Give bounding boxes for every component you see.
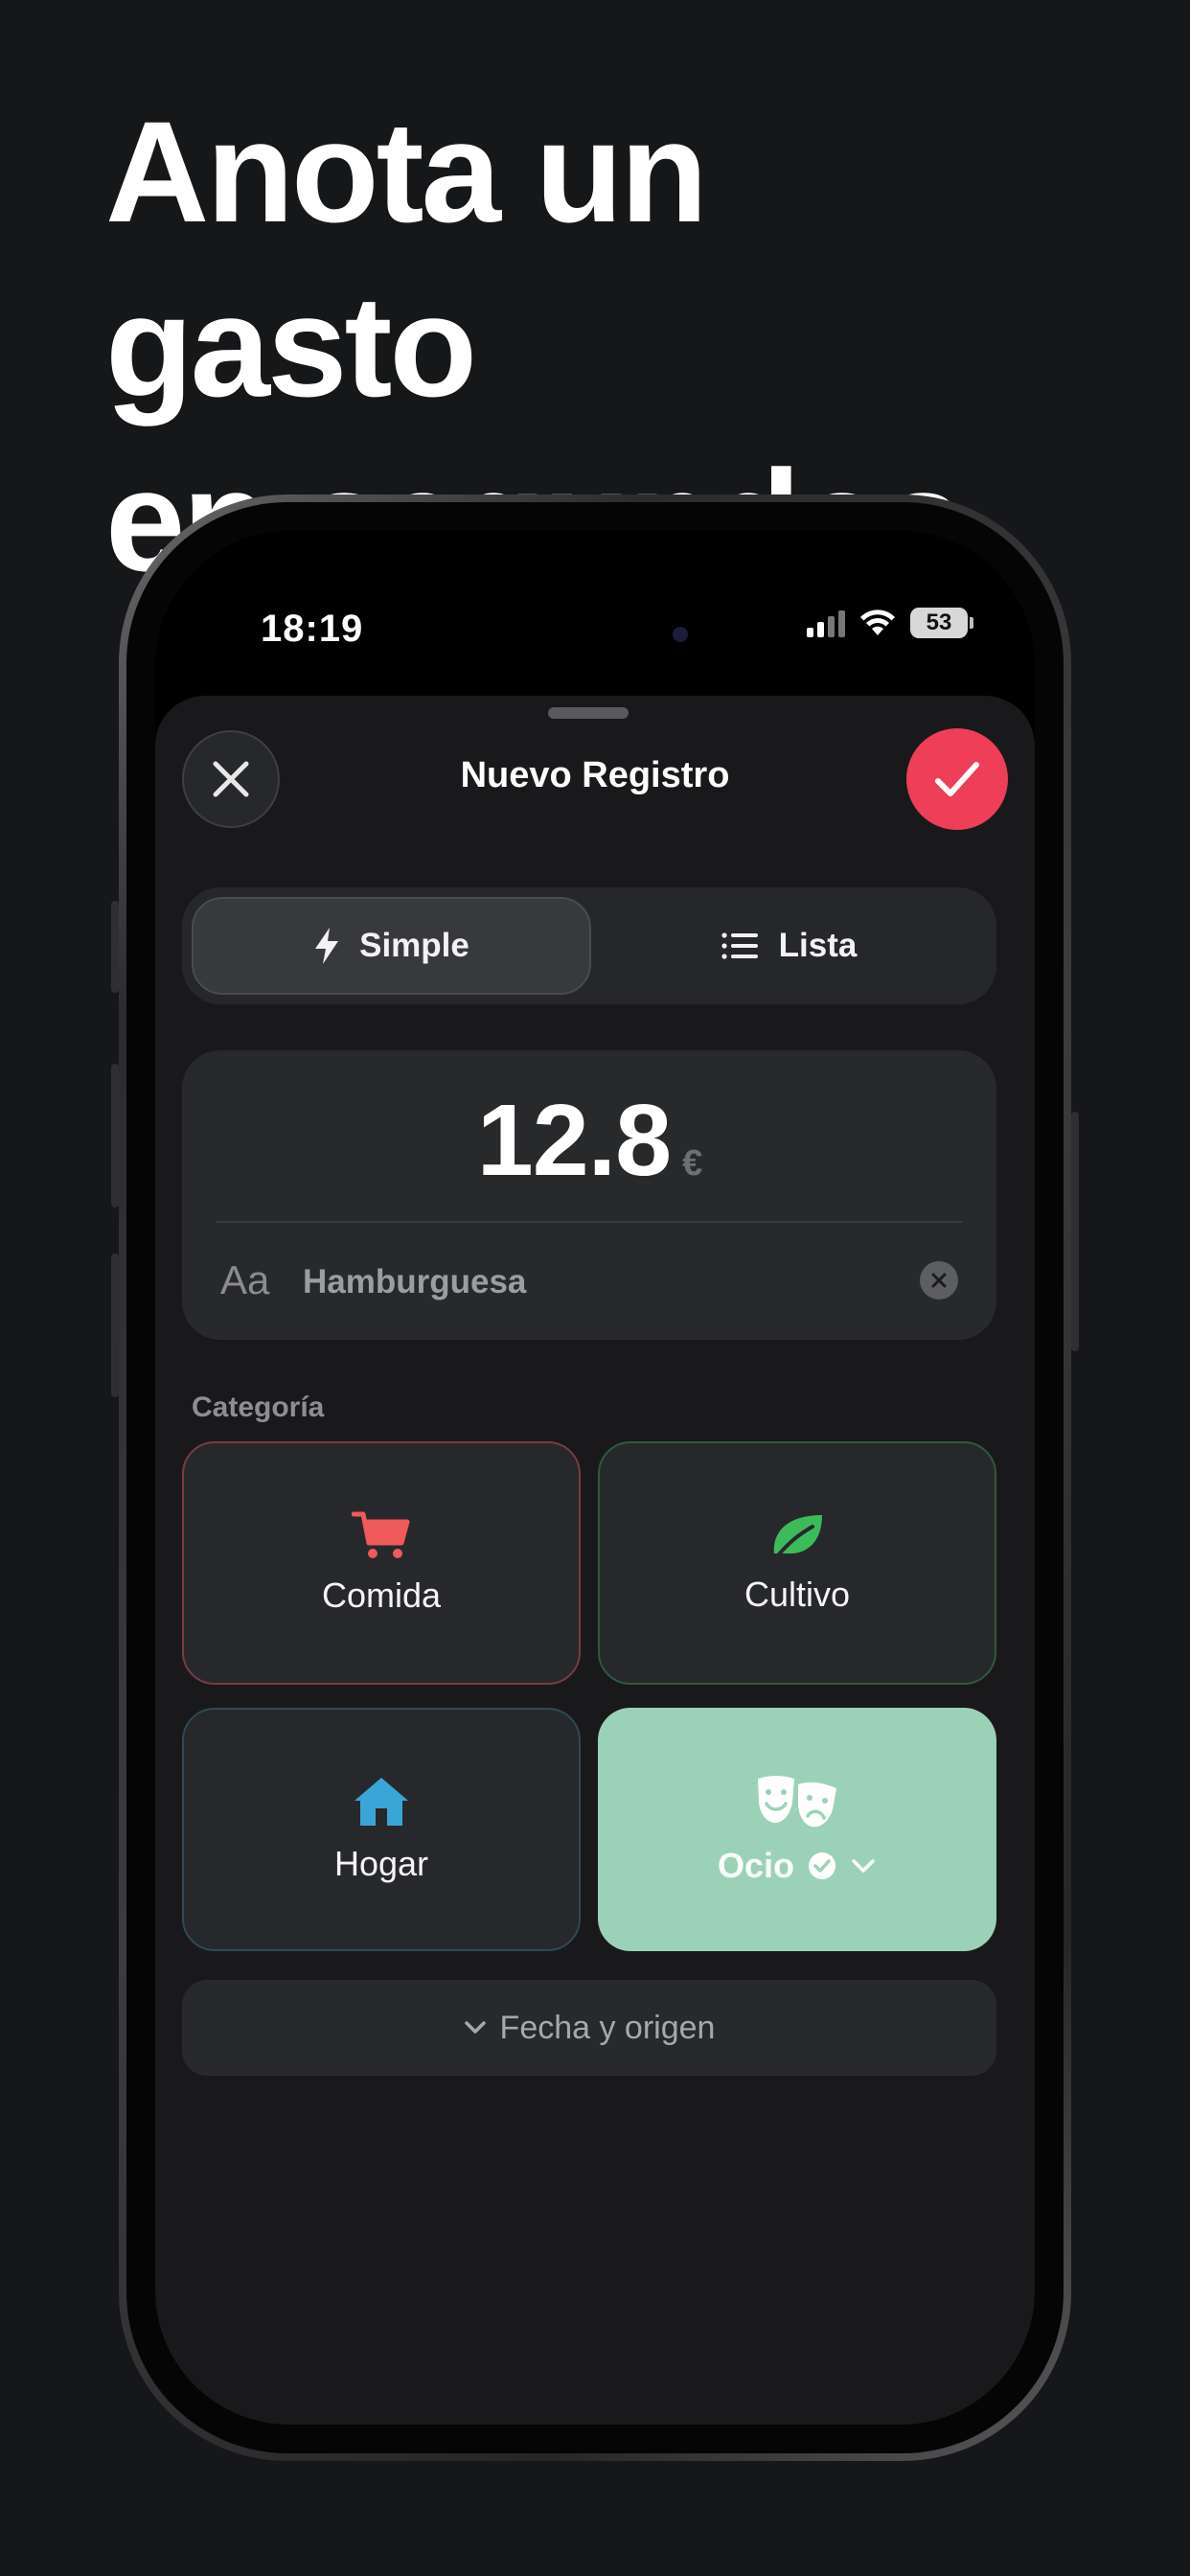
new-record-sheet: Nuevo Registro Simple Lista 12.8 € Aa Ha… <box>155 696 1035 2425</box>
amount-divider <box>217 1221 962 1223</box>
description-input[interactable]: Hamburguesa <box>303 1263 526 1301</box>
category-ocio-row: Ocio <box>718 1846 877 1886</box>
text-format-icon: Aa <box>220 1257 270 1302</box>
sheet-title: Nuevo Registro <box>460 755 730 795</box>
camera-dot <box>673 627 688 642</box>
category-section-label: Categoría <box>192 1392 325 1423</box>
phone-volume-down-button <box>111 1254 119 1397</box>
bolt-icon <box>315 928 339 964</box>
battery-icon: 53 <box>910 608 973 638</box>
date-origin-toggle[interactable]: Fecha y origen <box>182 1980 996 2076</box>
chevron-down-icon[interactable] <box>850 1857 877 1874</box>
tab-lista[interactable]: Lista <box>591 897 987 995</box>
date-origin-label: Fecha y origen <box>499 2009 716 2046</box>
tab-simple-label: Simple <box>359 927 469 964</box>
phone-screen: 18:19 53 Nuevo Registro Simple Lista 12.… <box>155 531 1035 2425</box>
clear-icon <box>931 1273 947 1288</box>
tab-lista-label: Lista <box>778 927 858 964</box>
amount-value: 12.8 <box>476 1084 672 1197</box>
wifi-icon <box>860 610 895 635</box>
phone-bezel: 18:19 53 Nuevo Registro Simple Lista 12.… <box>126 502 1064 2453</box>
phone-volume-up-button <box>111 1064 119 1208</box>
amount-card: 12.8 € Aa Hamburguesa <box>182 1050 996 1340</box>
clear-description-button[interactable] <box>920 1261 958 1300</box>
dynamic-island <box>481 588 721 657</box>
sheet-grabber[interactable] <box>548 707 629 719</box>
category-cultivo-label: Cultivo <box>744 1575 851 1614</box>
status-icons: 53 <box>807 608 973 638</box>
category-comida-label: Comida <box>321 1576 442 1615</box>
leaf-icon <box>773 1515 822 1557</box>
check-circle-icon <box>809 1852 835 1879</box>
headline-line-1: Anota un gasto <box>105 91 708 426</box>
currency-symbol: € <box>682 1143 702 1184</box>
category-hogar-label: Hogar <box>333 1844 429 1883</box>
category-hogar[interactable]: Hogar <box>182 1708 581 1951</box>
battery-level: 53 <box>910 608 968 638</box>
amount-input[interactable]: 12.8 € <box>182 1083 996 1199</box>
list-icon <box>721 932 758 959</box>
house-icon <box>355 1778 408 1826</box>
category-ocio[interactable]: Ocio <box>598 1708 996 1951</box>
phone-frame: 18:19 53 Nuevo Registro Simple Lista 12.… <box>119 494 1071 2461</box>
confirm-button[interactable] <box>906 728 1008 830</box>
phone-power-button <box>1071 1112 1079 1351</box>
theater-masks-icon <box>758 1776 836 1828</box>
cellular-signal-icon <box>807 609 845 637</box>
category-cultivo[interactable]: Cultivo <box>598 1441 996 1685</box>
status-bar: 18:19 53 <box>155 531 1035 665</box>
entry-mode-switch: Simple Lista <box>182 887 996 1004</box>
chevron-down-icon <box>464 2021 486 2034</box>
category-ocio-label: Ocio <box>717 1846 794 1885</box>
category-comida[interactable]: Comida <box>182 1441 581 1685</box>
status-time: 18:19 <box>261 608 364 650</box>
phone-action-button <box>111 901 119 993</box>
tab-simple[interactable]: Simple <box>192 897 591 995</box>
checkmark-icon <box>935 762 979 796</box>
shopping-cart-icon <box>352 1511 410 1558</box>
